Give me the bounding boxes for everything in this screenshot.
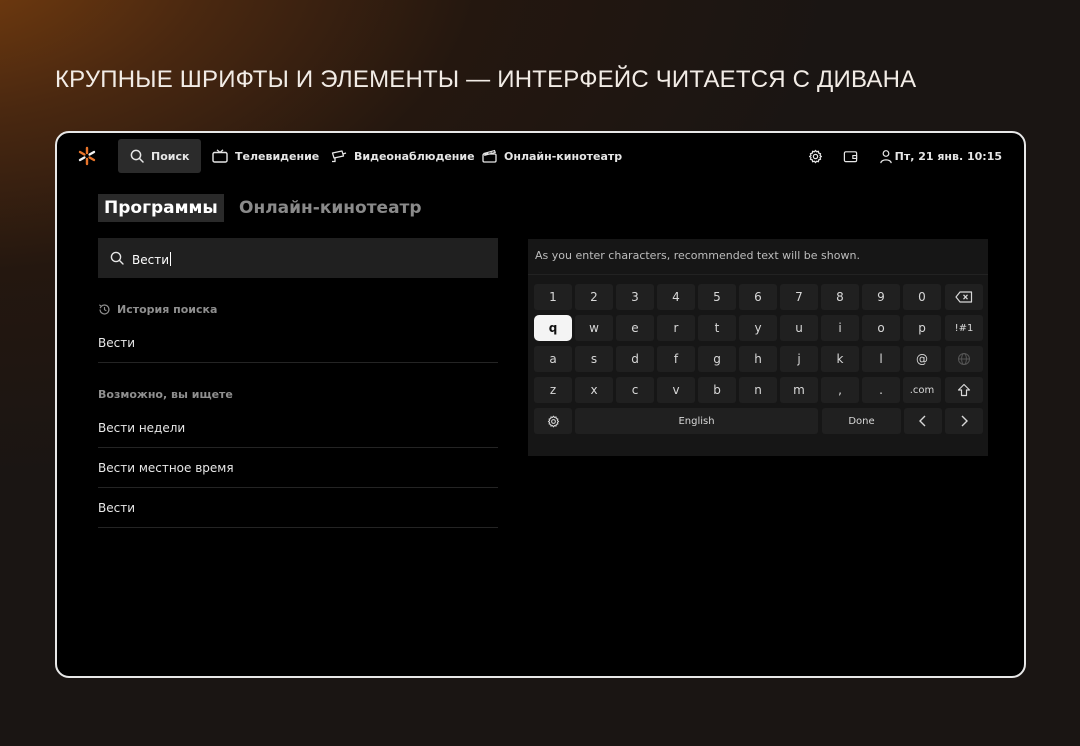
key-l[interactable]: l	[862, 346, 900, 372]
search-icon	[130, 149, 144, 163]
key-q[interactable]: q	[534, 315, 572, 341]
key-c[interactable]: c	[616, 377, 654, 403]
key-0[interactable]: 0	[903, 284, 941, 310]
key-2[interactable]: 2	[575, 284, 613, 310]
tv-icon	[212, 149, 228, 163]
keyboard-hint: As you enter characters, recommended tex…	[535, 249, 860, 262]
suggestions-heading: Возможно, вы ищете	[98, 388, 233, 401]
language-key[interactable]: English	[575, 408, 818, 434]
gear-icon	[547, 415, 559, 427]
shift-arrow-icon	[957, 383, 971, 397]
key-p[interactable]: p	[903, 315, 941, 341]
text-caret	[170, 252, 172, 266]
search-value: Вести	[132, 252, 170, 267]
nav-cctv[interactable]: Видеонаблюдение	[319, 139, 487, 173]
key-5[interactable]: 5	[698, 284, 736, 310]
nav-tv[interactable]: Телевидение	[200, 139, 331, 173]
key-9[interactable]: 9	[862, 284, 900, 310]
backspace-icon	[955, 291, 973, 303]
key-s[interactable]: s	[575, 346, 613, 372]
key-i[interactable]: i	[821, 315, 859, 341]
backspace-key[interactable]	[945, 284, 983, 310]
key-g[interactable]: g	[698, 346, 736, 372]
done-key[interactable]: Done	[822, 408, 901, 434]
globe-key[interactable]	[945, 346, 983, 372]
key-b[interactable]: b	[698, 377, 736, 403]
key-comma[interactable]: ,	[821, 377, 859, 403]
key-3[interactable]: 3	[616, 284, 654, 310]
key-o[interactable]: o	[862, 315, 900, 341]
wallet-icon[interactable]	[843, 149, 858, 164]
key-x[interactable]: x	[575, 377, 613, 403]
key-6[interactable]: 6	[739, 284, 777, 310]
keyboard-divider	[528, 274, 988, 275]
globe-icon	[958, 353, 970, 365]
key-8[interactable]: 8	[821, 284, 859, 310]
suggestion-item[interactable]: Вести	[98, 488, 498, 528]
user-icon[interactable]	[879, 149, 893, 164]
camera-icon	[331, 150, 347, 163]
suggestion-item[interactable]: Вести местное время	[98, 448, 498, 488]
search-history-heading: История поиска	[98, 303, 217, 316]
key-e[interactable]: e	[616, 315, 654, 341]
onscreen-keyboard: As you enter characters, recommended tex…	[528, 239, 988, 456]
nav-cctv-label: Видеонаблюдение	[354, 149, 475, 163]
keyboard-settings-key[interactable]	[534, 408, 572, 434]
key-u[interactable]: u	[780, 315, 818, 341]
search-input[interactable]: Вести	[98, 238, 498, 278]
suggestion-item[interactable]: Вести недели	[98, 408, 498, 448]
cursor-left-key[interactable]	[904, 408, 942, 434]
key-w[interactable]: w	[575, 315, 613, 341]
top-nav: Поиск Телевидение Видеонаблюдение Онлайн…	[57, 133, 1024, 181]
symbols-key[interactable]: !#1	[945, 315, 983, 341]
brand-logo-icon	[78, 146, 96, 166]
nav-tv-label: Телевидение	[235, 149, 320, 163]
key-4[interactable]: 4	[657, 284, 695, 310]
key-f[interactable]: f	[657, 346, 695, 372]
key-m[interactable]: m	[780, 377, 818, 403]
key-z[interactable]: z	[534, 377, 572, 403]
key-t[interactable]: t	[698, 315, 736, 341]
key-j[interactable]: j	[780, 346, 818, 372]
search-history-label: История поиска	[117, 303, 218, 316]
nav-cinema-label: Онлайн-кинотеатр	[504, 149, 623, 163]
shift-key[interactable]	[945, 377, 983, 403]
key-r[interactable]: r	[657, 315, 695, 341]
cursor-right-key[interactable]	[945, 408, 983, 434]
key-n[interactable]: n	[739, 377, 777, 403]
chevron-left-icon	[919, 415, 926, 427]
key-dot[interactable]: .	[862, 377, 900, 403]
tab-cinema[interactable]: Онлайн-кинотеатр	[233, 194, 428, 222]
history-item[interactable]: Вести	[98, 323, 498, 363]
key-dotcom[interactable]: .com	[903, 377, 941, 403]
tab-programs[interactable]: Программы	[98, 194, 224, 222]
key-k[interactable]: k	[821, 346, 859, 372]
key-v[interactable]: v	[657, 377, 695, 403]
gear-icon[interactable]	[808, 149, 823, 164]
clapperboard-icon	[482, 149, 497, 163]
chevron-right-icon	[961, 415, 968, 427]
history-icon	[98, 304, 110, 315]
key-1[interactable]: 1	[534, 284, 572, 310]
key-h[interactable]: h	[739, 346, 777, 372]
key-sym[interactable]: @	[903, 346, 941, 372]
search-icon	[110, 251, 124, 265]
nav-cinema[interactable]: Онлайн-кинотеатр	[470, 139, 634, 173]
key-d[interactable]: d	[616, 346, 654, 372]
datetime: Пт, 21 янв. 10:15	[894, 150, 1002, 163]
key-a[interactable]: a	[534, 346, 572, 372]
tv-screen: Поиск Телевидение Видеонаблюдение Онлайн…	[55, 131, 1026, 678]
nav-search[interactable]: Поиск	[118, 139, 202, 173]
key-y[interactable]: y	[739, 315, 777, 341]
key-7[interactable]: 7	[780, 284, 818, 310]
nav-search-label: Поиск	[151, 149, 190, 163]
page-headline: КРУПНЫЕ ШРИФТЫ И ЭЛЕМЕНТЫ — ИНТЕРФЕЙС ЧИ…	[55, 66, 917, 93]
